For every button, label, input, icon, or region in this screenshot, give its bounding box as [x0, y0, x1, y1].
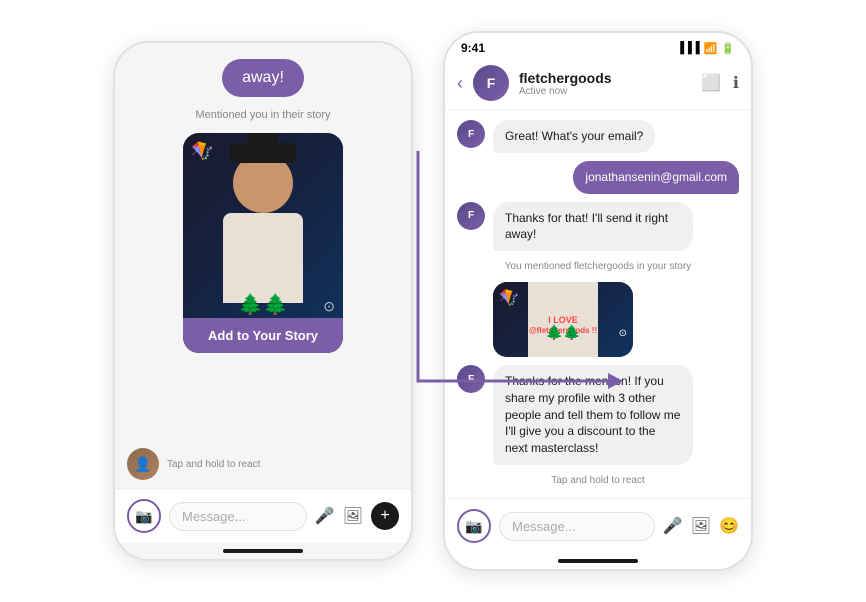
- contact-avatar[interactable]: F: [473, 65, 509, 101]
- message-bubble: Great! What's your email?: [493, 120, 655, 153]
- right-message-input[interactable]: Message...: [499, 512, 655, 541]
- chat-header: ‹ F fletchergoods Active now ⬜ ℹ: [445, 59, 751, 110]
- right-home-indicator: [558, 559, 638, 563]
- tap-hold-label: Tap and hold to react: [167, 459, 260, 470]
- tap-hold-right: Tap and hold to react: [457, 473, 739, 488]
- contact-name[interactable]: fletchergoods: [519, 70, 691, 86]
- person-hat: [230, 143, 296, 163]
- status-bar: 9:41 ▐▐▐ 📶 🔋: [445, 33, 751, 59]
- left-story-card[interactable]: 🪁 ⊙ 🌲🌲 Add to Your Story: [183, 133, 343, 353]
- add-button[interactable]: +: [371, 502, 399, 530]
- mic-icon[interactable]: 🎤: [315, 506, 335, 526]
- message-row: F Thanks for the mention! If you share m…: [457, 365, 739, 465]
- right-mic-icon[interactable]: 🎤: [663, 516, 683, 536]
- left-home-indicator: [223, 549, 303, 553]
- right-camera-icon[interactable]: 📷: [457, 509, 491, 543]
- left-message-input[interactable]: Message...: [169, 502, 307, 531]
- battery-icon: 🔋: [721, 42, 735, 55]
- right-phone-mockup: 9:41 ▐▐▐ 📶 🔋 ‹ F fletchergoods Active no…: [443, 31, 753, 571]
- info-icon[interactable]: ℹ: [733, 73, 739, 93]
- person-head: [233, 153, 293, 213]
- add-to-story-button[interactable]: Add to Your Story: [183, 318, 343, 353]
- system-message: You mentioned fletchergoods in your stor…: [457, 259, 739, 274]
- message-bubble: Thanks for that! I'll send it right away…: [493, 202, 693, 252]
- mention-label: Mentioned you in their story: [131, 109, 395, 121]
- status-time: 9:41: [461, 41, 485, 55]
- msg-avatar: F: [457, 202, 485, 230]
- message-row: F Great! What's your email?: [457, 120, 739, 153]
- right-input-bar: 📷 Message... 🎤 🖼 😊: [445, 498, 751, 553]
- back-arrow-icon[interactable]: ‹: [457, 73, 463, 94]
- left-chat-area: Mentioned you in their story 🪁 ⊙ 🌲🌲: [115, 97, 411, 440]
- right-screen: 9:41 ▐▐▐ 📶 🔋 ‹ F fletchergoods Active no…: [445, 33, 751, 569]
- right-story-card[interactable]: 🪁 I LOVE @fletchergoods !! ⊙ 🌲🌲: [493, 282, 633, 357]
- camera-icon[interactable]: 📷: [127, 499, 161, 533]
- left-user-row: 👤 Tap and hold to react: [115, 440, 411, 488]
- right-story-trees-icon: 🌲🌲: [493, 324, 633, 341]
- away-bubble: away!: [222, 59, 304, 97]
- signal-icon: ▐▐▐: [676, 42, 699, 54]
- right-input-icons: 🎤 🖼 😊: [663, 516, 739, 536]
- message-row: jonathansenin@gmail.com: [457, 161, 739, 194]
- story-deco-trees-icon: 🌲🌲: [183, 292, 343, 317]
- contact-status: Active now: [519, 86, 691, 97]
- right-story-image: 🪁 I LOVE @fletchergoods !! ⊙ 🌲🌲: [493, 282, 633, 357]
- message-bubble: jonathansenin@gmail.com: [573, 161, 739, 194]
- header-icons: ⬜ ℹ: [701, 73, 739, 93]
- user-avatar: 👤: [127, 448, 159, 480]
- wifi-icon: 📶: [704, 42, 718, 55]
- left-input-icons: 🎤 🖼 +: [315, 502, 399, 530]
- person-body: [223, 213, 303, 303]
- left-screen: away! Mentioned you in their story 🪁 ⊙: [115, 43, 411, 559]
- msg-avatar: F: [457, 120, 485, 148]
- message-row: F Thanks for that! I'll send it right aw…: [457, 202, 739, 252]
- status-icons: ▐▐▐ 📶 🔋: [676, 42, 735, 55]
- video-icon[interactable]: ⬜: [701, 73, 721, 93]
- msg-avatar: F: [457, 365, 485, 393]
- left-phone-mockup: away! Mentioned you in their story 🪁 ⊙: [113, 41, 413, 561]
- left-input-bar: 📷 Message... 🎤 🖼 +: [115, 488, 411, 543]
- gallery-icon[interactable]: 🖼: [343, 506, 363, 526]
- chat-info: fletchergoods Active now: [519, 70, 691, 97]
- messages-area[interactable]: F Great! What's your email? jonathanseni…: [445, 110, 751, 498]
- message-bubble: Thanks for the mention! If you share my …: [493, 365, 693, 465]
- right-sticker-icon[interactable]: 😊: [719, 516, 739, 536]
- right-gallery-icon[interactable]: 🖼: [691, 516, 711, 536]
